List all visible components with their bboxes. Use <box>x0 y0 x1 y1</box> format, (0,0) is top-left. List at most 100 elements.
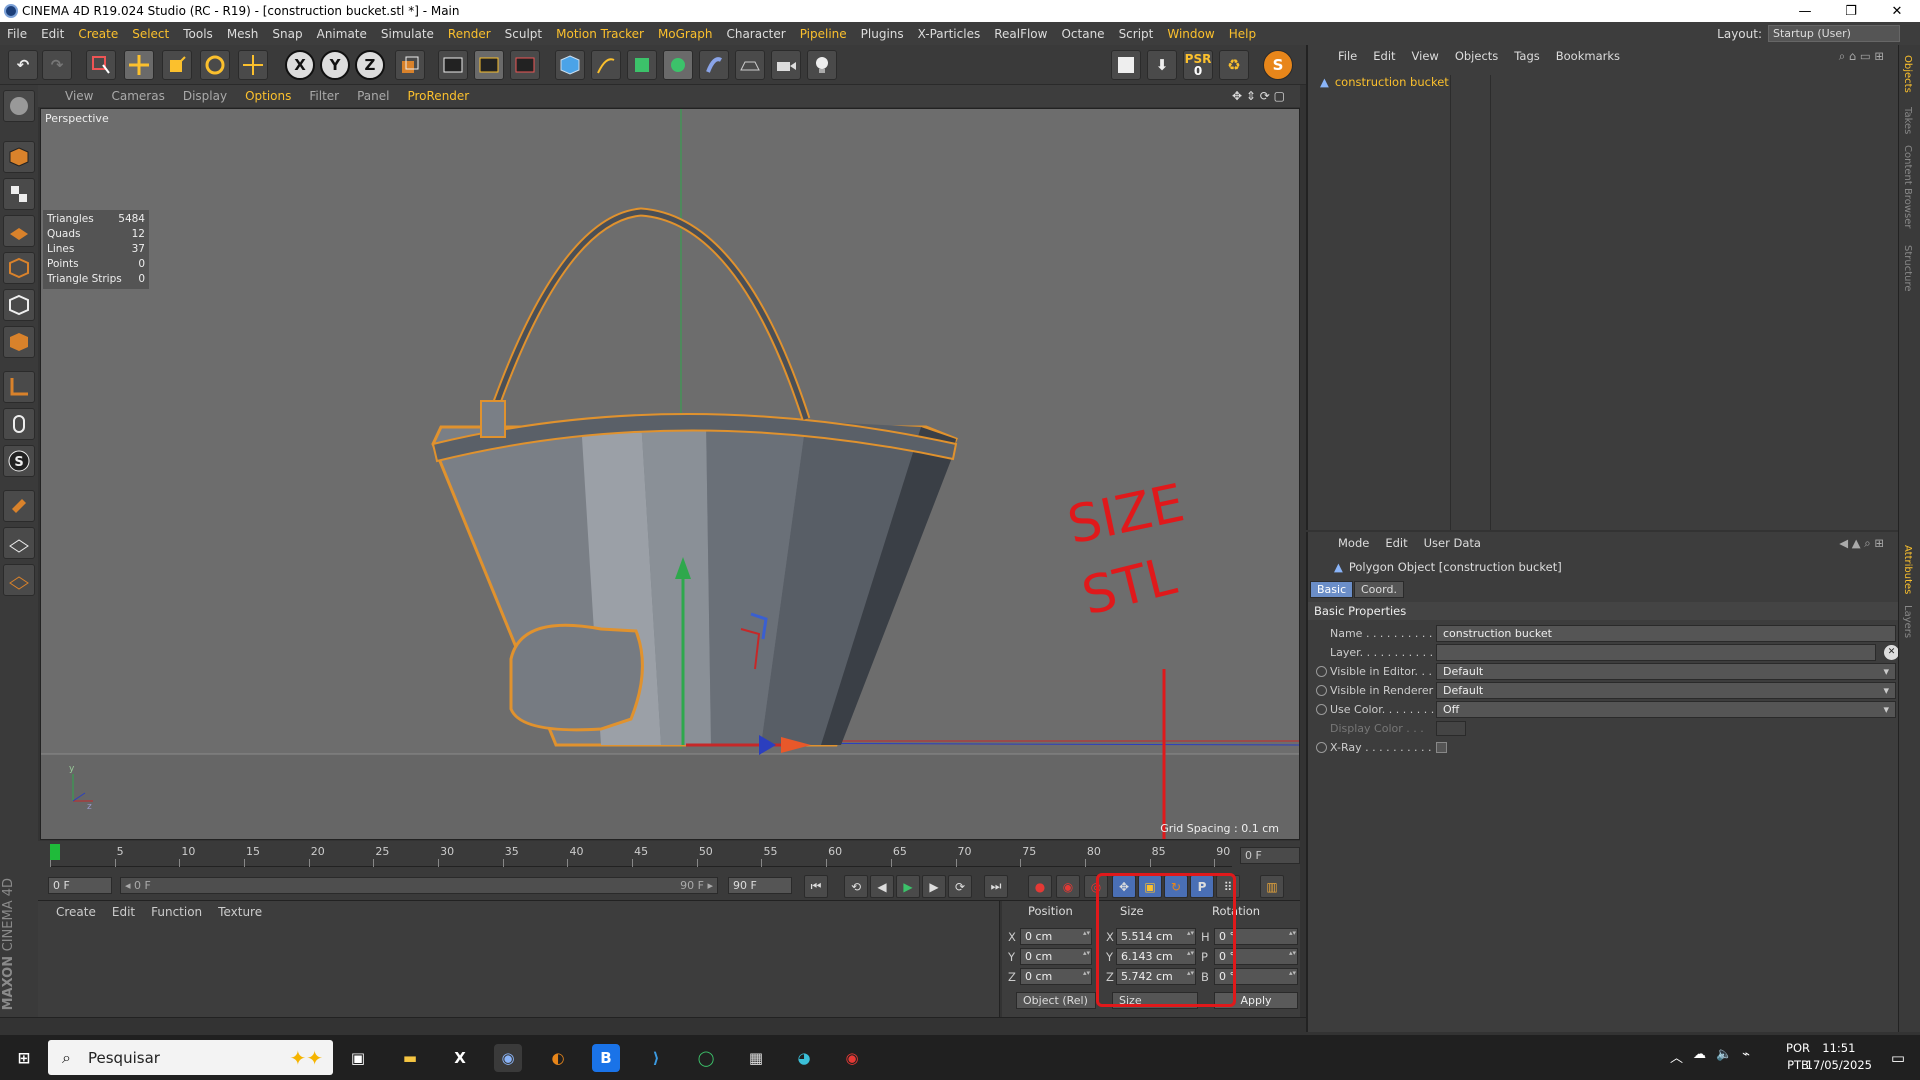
magnet-snap-icon[interactable] <box>3 490 35 522</box>
coordinate-mode-dropdown[interactable]: Object (Rel) <box>1016 992 1096 1009</box>
chrome-browser-icon[interactable]: ◉ <box>838 1044 866 1072</box>
rotate-tool-icon[interactable] <box>200 50 230 80</box>
timeline-icon[interactable] <box>1111 50 1141 80</box>
x-axis-lock-button[interactable]: X <box>285 50 315 80</box>
calculator-icon[interactable]: ▦ <box>742 1044 770 1072</box>
windows-start-icon[interactable]: ⊞ <box>10 1044 38 1072</box>
points-mode-icon[interactable] <box>3 252 35 284</box>
viewport-navigation-icons[interactable]: ✥ ⇕ ⟳ ▢ <box>1223 89 1294 103</box>
go-to-end-icon[interactable]: ⏭ <box>984 875 1008 898</box>
attribute-menu-item[interactable]: Mode <box>1330 536 1377 550</box>
timeline-ruler[interactable]: 051015202530354045505560657075808590 0 F <box>38 841 1300 871</box>
cube-primitive-icon[interactable] <box>555 50 585 80</box>
z-axis-lock-button[interactable]: Z <box>355 50 385 80</box>
viewport-menu-item[interactable]: Panel <box>348 89 398 103</box>
record-active-icon[interactable]: ● <box>1028 875 1052 898</box>
system-tray-icons[interactable]: ︿ ☁ 🔈 ⌁ <box>1670 1047 1750 1066</box>
close-button[interactable]: ✕ <box>1874 0 1920 22</box>
visible-in-editor-dropdown[interactable]: Default <box>1436 663 1896 680</box>
edge-browser-icon[interactable]: ◕ <box>790 1044 818 1072</box>
attribute-nav-icons[interactable]: ◀ ▲ ⌕ ⊞ <box>1831 536 1892 551</box>
object-menu-item[interactable]: File <box>1330 49 1365 63</box>
step-forward-icon[interactable]: ▶ <box>922 875 946 898</box>
coordinate-system-icon[interactable] <box>395 50 425 80</box>
material-menu-item[interactable]: Texture <box>210 905 270 919</box>
layer-field[interactable] <box>1436 644 1876 661</box>
play-icon[interactable]: ▶ <box>896 875 920 898</box>
taskbar-search-box[interactable]: ⌕ Pesquisar ✦✦ <box>48 1040 333 1075</box>
camera-object-icon[interactable] <box>771 50 801 80</box>
blender-icon[interactable]: ◐ <box>544 1044 572 1072</box>
side-tab-content-browser[interactable]: Content Browser <box>1902 145 1913 228</box>
menu-item[interactable]: Sculpt <box>498 27 549 41</box>
system-clock[interactable]: 11:51 17/05/2025 <box>1806 1040 1872 1074</box>
menu-item[interactable]: MoGraph <box>651 27 720 41</box>
name-field[interactable]: construction bucket <box>1436 625 1896 642</box>
object-search-home-icons[interactable]: ⌕ ⌂ ▭ ⊞ <box>1831 49 1892 64</box>
menu-item[interactable]: Tools <box>176 27 220 41</box>
animate-radio-icon[interactable] <box>1316 685 1327 696</box>
go-to-start-icon[interactable]: ⏮ <box>804 875 828 898</box>
position-z-field[interactable]: 0 cm <box>1020 968 1092 985</box>
menu-item[interactable]: Select <box>125 27 176 41</box>
file-explorer-icon[interactable]: ▬ <box>396 1044 424 1072</box>
current-frame-field[interactable]: 0 F <box>1240 847 1300 864</box>
scale-tool-icon[interactable] <box>162 50 192 80</box>
menu-item[interactable]: Motion Tracker <box>549 27 651 41</box>
layout-dropdown[interactable]: Startup (User) <box>1768 25 1900 42</box>
object-menu-item[interactable]: Bookmarks <box>1548 49 1628 63</box>
model-mode-icon[interactable] <box>3 141 35 173</box>
material-menu-item[interactable]: Edit <box>104 905 143 919</box>
frame-ruler[interactable]: 051015202530354045505560657075808590 <box>50 845 1232 867</box>
visible-in-renderer-dropdown[interactable]: Default <box>1436 682 1896 699</box>
go-to-next-key-icon[interactable]: ⟳ <box>948 875 972 898</box>
cinema4d-taskbar-icon[interactable]: ◉ <box>494 1044 522 1072</box>
render-picture-viewer-icon[interactable] <box>474 50 504 80</box>
animate-radio-icon[interactable] <box>1316 666 1327 677</box>
range-slider[interactable]: ◂ 0 F 90 F ▸ <box>120 877 718 894</box>
menu-item[interactable]: RealFlow <box>987 27 1054 41</box>
object-name[interactable]: construction bucket <box>1335 75 1449 89</box>
restore-button[interactable]: ❐ <box>1828 0 1874 22</box>
autokey-icon[interactable]: ◉ <box>1056 875 1080 898</box>
object-menu-item[interactable]: Objects <box>1447 49 1506 63</box>
menu-item[interactable]: File <box>0 27 34 41</box>
attribute-menu-item[interactable]: Edit <box>1377 536 1415 550</box>
menu-item[interactable]: Script <box>1112 27 1161 41</box>
live-selection-icon[interactable] <box>86 50 116 80</box>
texture-mode-icon[interactable] <box>3 178 35 210</box>
network-icon[interactable]: ⌁ <box>1742 1047 1750 1066</box>
animate-radio-icon[interactable] <box>1316 704 1327 715</box>
animate-radio-icon[interactable] <box>1316 742 1327 753</box>
menu-item[interactable]: Animate <box>310 27 374 41</box>
timeline-window-icon[interactable]: ▥ <box>1260 875 1284 898</box>
use-color-dropdown[interactable]: Off <box>1436 701 1896 718</box>
start-frame-field[interactable]: 0 F <box>48 877 112 894</box>
volume-icon[interactable]: 🔈 <box>1716 1047 1732 1066</box>
object-row[interactable]: ▲ construction bucket <box>1320 75 1449 89</box>
viewport-menu-item[interactable]: ProRender <box>398 89 478 103</box>
move-tool-icon[interactable] <box>124 50 154 80</box>
step-back-icon[interactable]: ◀ <box>870 875 894 898</box>
redo-icon[interactable]: ↷ <box>42 50 72 80</box>
position-x-field[interactable]: 0 cm <box>1020 928 1092 945</box>
lock-workplane-icon[interactable] <box>3 527 35 559</box>
task-view-icon[interactable]: ▣ <box>344 1044 372 1072</box>
material-menu-item[interactable]: Create <box>48 905 104 919</box>
side-tab-attributes[interactable]: Attributes <box>1902 545 1913 594</box>
light-object-icon[interactable] <box>807 50 837 80</box>
axis-mode-icon[interactable] <box>3 371 35 403</box>
menu-item[interactable]: Mesh <box>220 27 266 41</box>
xray-checkbox[interactable] <box>1436 742 1447 753</box>
undo-icon[interactable]: ↶ <box>8 50 38 80</box>
bake-download-icon[interactable]: ⬇ <box>1147 50 1177 80</box>
pen-spline-icon[interactable] <box>591 50 621 80</box>
menu-item[interactable]: Plugins <box>854 27 911 41</box>
attribute-menu-item[interactable]: User Data <box>1416 536 1489 550</box>
go-to-previous-key-icon[interactable]: ⟲ <box>844 875 868 898</box>
x-app-icon[interactable]: X <box>446 1044 474 1072</box>
recycle-icon[interactable]: ♻ <box>1219 50 1249 80</box>
tweak-mode-icon[interactable] <box>3 408 35 440</box>
menu-item[interactable]: Edit <box>34 27 71 41</box>
viewport-menu-item[interactable]: Filter <box>300 89 348 103</box>
